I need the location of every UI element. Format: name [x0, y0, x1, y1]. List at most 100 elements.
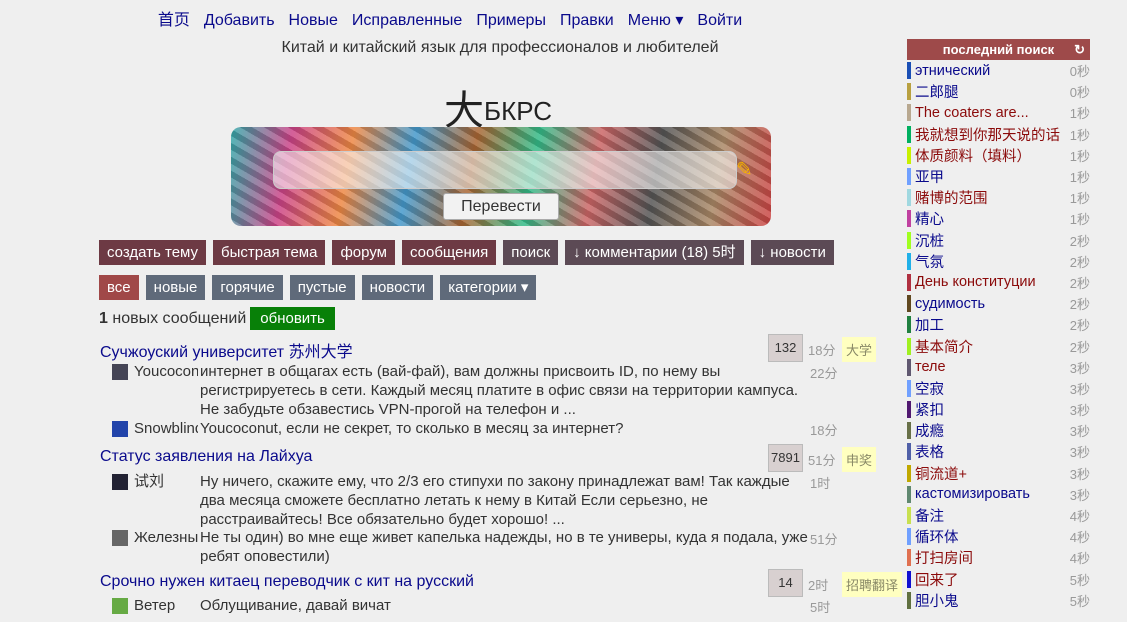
- search-term[interactable]: 循环体: [915, 526, 959, 547]
- category-tag[interactable]: 申奖: [842, 447, 877, 472]
- post-author[interactable]: Железный: [134, 528, 198, 547]
- search-term[interactable]: 亚甲: [915, 166, 944, 187]
- topic-title[interactable]: Срочно нужен китаец переводчик с кит на …: [100, 573, 474, 591]
- search-term[interactable]: 基本简介: [915, 336, 973, 357]
- forum-action-button[interactable]: поиск: [503, 240, 559, 265]
- search-input[interactable]: [273, 151, 737, 189]
- user-avatar[interactable]: [112, 421, 128, 437]
- recent-search-item[interactable]: 胆小鬼 5秒: [907, 590, 1090, 611]
- post-preview[interactable]: ЖелезныйНе ты один) во мне еще живет кап…: [112, 528, 812, 566]
- recent-search-item[interactable]: 二郎腿 0秒: [907, 81, 1090, 102]
- recent-search-item[interactable]: 沉桩 2秒: [907, 230, 1090, 251]
- recent-search-item[interactable]: 表格 3秒: [907, 441, 1090, 462]
- recent-search-item[interactable]: кастомизировать 3秒: [907, 484, 1090, 505]
- user-avatar[interactable]: [112, 598, 128, 614]
- forum-action-button[interactable]: создать тему: [99, 240, 207, 265]
- search-term[interactable]: 精心: [915, 208, 944, 229]
- user-avatar[interactable]: [112, 530, 128, 546]
- topic-title[interactable]: Статус заявления на Лайхуа: [100, 448, 312, 466]
- search-term[interactable]: кастомизировать: [915, 486, 1030, 502]
- category-tag[interactable]: 大学: [842, 337, 877, 362]
- recent-search-item[interactable]: 精心 1秒: [907, 208, 1090, 229]
- recent-search-item[interactable]: 我就想到你那天说的话 1秒: [907, 124, 1090, 145]
- search-term[interactable]: 体质颜料（填料）: [915, 145, 1031, 166]
- search-term[interactable]: теле: [915, 359, 946, 375]
- search-term[interactable]: 回来了: [915, 569, 959, 590]
- recent-search-item[interactable]: 体质颜料（填料） 1秒: [907, 145, 1090, 166]
- recent-search-item[interactable]: 赌博的范围 1秒: [907, 187, 1090, 208]
- post-author[interactable]: Ветер: [134, 596, 198, 615]
- refresh-button[interactable]: обновить: [250, 307, 335, 330]
- post-author[interactable]: Snowblind: [134, 419, 198, 438]
- recent-search-item[interactable]: 亚甲 1秒: [907, 166, 1090, 187]
- post-preview[interactable]: Snowblind Youcoconut, если не секрет, то …: [112, 419, 812, 438]
- nav-link[interactable]: Исправленные: [352, 12, 462, 29]
- search-term[interactable]: 赌博的范围: [915, 187, 988, 208]
- filter-tab[interactable]: пустые: [289, 275, 355, 300]
- pencil-icon[interactable]: ✎: [736, 157, 753, 182]
- search-term[interactable]: 紧扣: [915, 399, 944, 420]
- post-author[interactable]: 试刘: [134, 472, 198, 491]
- recent-search-item[interactable]: 回来了 5秒: [907, 569, 1090, 590]
- recent-search-item[interactable]: этнический 0秒: [907, 60, 1090, 81]
- forum-action-button[interactable]: ↓ новости: [750, 240, 834, 265]
- translate-button[interactable]: Перевести: [443, 193, 559, 220]
- search-term[interactable]: 打扫房间: [915, 547, 973, 568]
- forum-action-button[interactable]: быстрая тема: [213, 240, 326, 265]
- search-term[interactable]: 胆小鬼: [915, 590, 959, 611]
- refresh-icon[interactable]: ↻: [1074, 39, 1085, 60]
- filter-tab[interactable]: категории ▾: [440, 275, 537, 300]
- search-term[interactable]: этнический: [915, 63, 990, 79]
- nav-link[interactable]: Примеры: [476, 12, 546, 29]
- recent-search-item[interactable]: The coaters are... 1秒: [907, 102, 1090, 123]
- user-avatar[interactable]: [112, 474, 128, 490]
- post-preview[interactable]: 试刘 Ну ничего, скажите ему, что 2/3 его ст…: [112, 472, 812, 529]
- search-term[interactable]: 加工: [915, 314, 944, 335]
- search-term[interactable]: 我就想到你那天说的话: [915, 124, 1060, 145]
- search-term[interactable]: 备注: [915, 505, 944, 526]
- filter-tab[interactable]: новые: [145, 275, 206, 300]
- filter-tab[interactable]: горячие: [212, 275, 283, 300]
- post-author[interactable]: Youcoconut: [134, 362, 198, 381]
- category-tag[interactable]: 招聘翻译: [842, 572, 903, 597]
- topic-title[interactable]: Сучжоуский университет 苏州大学: [100, 338, 353, 362]
- search-term[interactable]: 表格: [915, 441, 944, 462]
- post-preview[interactable]: Youcoconutинтернет в общагах есть (вай-ф…: [112, 362, 812, 419]
- search-term[interactable]: The coaters are...: [915, 105, 1029, 121]
- search-term[interactable]: 成瘾: [915, 420, 944, 441]
- filter-tab[interactable]: новости: [361, 275, 434, 300]
- nav-link[interactable]: Добавить: [204, 12, 275, 29]
- recent-search-item[interactable]: теле 3秒: [907, 357, 1090, 378]
- forum-action-button[interactable]: сообщения: [401, 240, 497, 265]
- recent-search-item[interactable]: 基本简介 2秒: [907, 335, 1090, 356]
- nav-link[interactable]: 首页: [158, 12, 190, 29]
- search-term[interactable]: 二郎腿: [915, 81, 959, 102]
- search-term[interactable]: День конституции: [915, 274, 1036, 290]
- post-preview[interactable]: Ветер Облущивание, давай вичат: [112, 596, 812, 615]
- search-term[interactable]: 气氛: [915, 251, 944, 272]
- search-term[interactable]: 空寂: [915, 378, 944, 399]
- nav-link[interactable]: Правки: [560, 12, 614, 29]
- recent-search-item[interactable]: 循环体 4秒: [907, 526, 1090, 547]
- recent-search-item[interactable]: День конституции 2秒: [907, 272, 1090, 293]
- nav-link[interactable]: Меню ▾: [628, 12, 684, 29]
- forum-action-button[interactable]: форум: [332, 240, 395, 265]
- recent-search-item[interactable]: судимость 2秒: [907, 293, 1090, 314]
- nav-link[interactable]: Войти: [697, 12, 742, 29]
- recent-search-item[interactable]: 气氛 2秒: [907, 251, 1090, 272]
- recent-search-item[interactable]: 紧扣 3秒: [907, 399, 1090, 420]
- filter-tab[interactable]: все: [99, 275, 139, 300]
- recent-search-item[interactable]: 成瘾 3秒: [907, 420, 1090, 441]
- search-term[interactable]: 铜流道+: [915, 463, 967, 484]
- recent-search-item[interactable]: 空寂 3秒: [907, 378, 1090, 399]
- recent-search-item[interactable]: 备注 4秒: [907, 505, 1090, 526]
- nav-link[interactable]: Новые: [289, 12, 338, 29]
- search-term[interactable]: 沉桩: [915, 230, 944, 251]
- color-marker: [907, 528, 911, 546]
- forum-action-button[interactable]: ↓ комментарии (18) 5时: [565, 240, 744, 265]
- recent-search-item[interactable]: 铜流道+ 3秒: [907, 463, 1090, 484]
- user-avatar[interactable]: [112, 364, 128, 380]
- recent-search-item[interactable]: 打扫房间 4秒: [907, 547, 1090, 568]
- recent-search-item[interactable]: 加工 2秒: [907, 314, 1090, 335]
- search-term[interactable]: судимость: [915, 296, 985, 312]
